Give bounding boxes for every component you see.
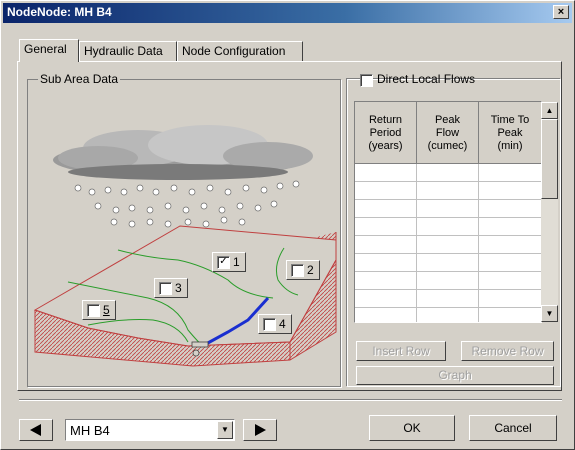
table-row[interactable] <box>355 254 541 272</box>
close-button[interactable]: × <box>553 5 569 19</box>
column-header-return-period[interactable]: Return Period (years) <box>355 102 417 164</box>
area-2-label: 2 <box>307 263 314 277</box>
table-scrollbar[interactable]: ▲ ▼ <box>541 102 558 322</box>
ok-button[interactable]: OK <box>369 415 455 441</box>
manhole-icon <box>192 349 200 357</box>
area-1-toggle[interactable]: ✓ 1 <box>212 252 246 272</box>
table-row[interactable] <box>355 290 541 308</box>
column-header-time-to-peak[interactable]: Time To Peak (min) <box>479 102 541 164</box>
chevron-down-icon[interactable]: ▼ <box>217 421 233 439</box>
tab-node-configuration[interactable]: Node Configuration <box>177 41 303 61</box>
area-3-label: 3 <box>175 281 182 295</box>
title-bar[interactable]: NodeNode: MH B4 × <box>3 3 572 23</box>
area-5-toggle[interactable]: 5 <box>82 300 116 320</box>
scroll-thumb[interactable] <box>541 119 558 199</box>
table-row[interactable] <box>355 164 541 182</box>
column-header-peak-flow[interactable]: Peak Flow (cumec) <box>417 102 479 164</box>
insert-row-button[interactable]: Insert Row <box>356 341 446 361</box>
arrow-right-icon <box>255 424 266 436</box>
table-row[interactable] <box>355 308 541 322</box>
direct-local-flows-checkbox[interactable] <box>360 74 373 87</box>
rain-drops-icon <box>74 180 300 228</box>
arrow-left-icon <box>30 424 41 436</box>
node-select-value: MH B4 <box>70 423 110 438</box>
area-2-toggle[interactable]: 2 <box>286 260 320 280</box>
area-5-label: 5 <box>103 303 110 317</box>
table-row[interactable] <box>355 218 541 236</box>
cloud-icon <box>53 125 313 180</box>
tab-general[interactable]: General <box>19 39 79 62</box>
table-row[interactable] <box>355 272 541 290</box>
previous-node-button[interactable] <box>19 419 53 441</box>
area-3-toggle[interactable]: 3 <box>154 278 188 298</box>
node-select[interactable]: MH B4 ▼ <box>65 419 235 441</box>
node-dialog: NodeNode: MH B4 × General Hydraulic Data… <box>0 0 575 450</box>
table-row[interactable] <box>355 182 541 200</box>
outlet-box <box>191 341 209 348</box>
table-row[interactable] <box>355 200 541 218</box>
area-5-checkbox[interactable] <box>87 304 100 317</box>
area-3-checkbox[interactable] <box>159 282 172 295</box>
catchment-illustration <box>33 125 337 367</box>
area-4-label: 4 <box>279 317 286 331</box>
area-2-checkbox[interactable] <box>291 264 304 277</box>
next-node-button[interactable] <box>243 419 277 441</box>
direct-local-flows-label[interactable]: Direct Local Flows <box>377 72 475 86</box>
area-1-checkbox[interactable]: ✓ <box>217 256 230 269</box>
window-title: NodeNode: MH B4 <box>7 5 112 19</box>
sub-area-group: Sub Area Data ✓ 1 2 3 4 5 <box>27 72 341 387</box>
local-flows-table[interactable]: Return Period (years) Peak Flow (cumec) … <box>354 101 542 323</box>
graph-button[interactable]: Graph <box>356 366 554 385</box>
tab-hydraulic-data[interactable]: Hydraulic Data <box>79 41 177 61</box>
footer-separator <box>19 399 562 401</box>
table-row[interactable] <box>355 236 541 254</box>
area-1-label: 1 <box>233 255 240 269</box>
scroll-up-icon[interactable]: ▲ <box>541 102 558 119</box>
area-4-toggle[interactable]: 4 <box>258 314 292 334</box>
scroll-down-icon[interactable]: ▼ <box>541 305 558 322</box>
cancel-button[interactable]: Cancel <box>469 415 557 441</box>
area-4-checkbox[interactable] <box>263 318 276 331</box>
remove-row-button[interactable]: Remove Row <box>461 341 554 361</box>
